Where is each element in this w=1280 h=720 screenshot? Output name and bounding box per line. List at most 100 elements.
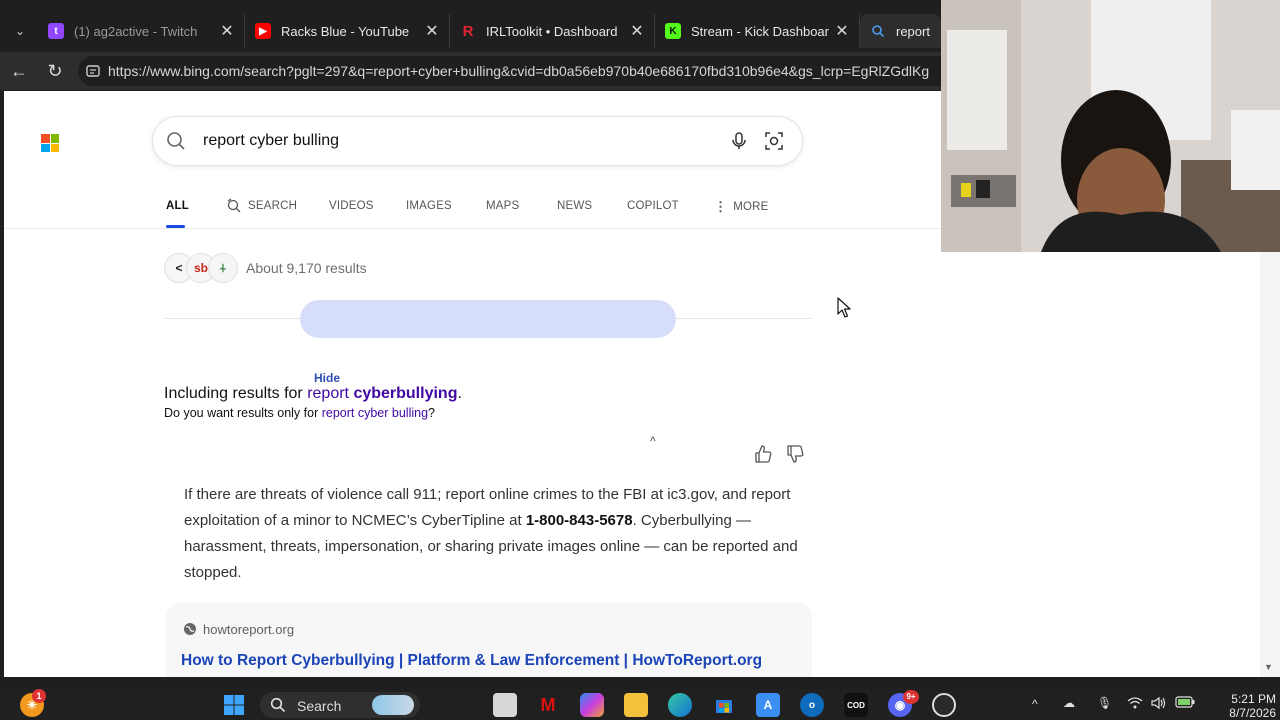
tab-copilot[interactable]: COPILOT	[627, 200, 679, 212]
search-highlight-icon	[372, 695, 414, 715]
more-dots-icon: ⋮	[714, 199, 728, 214]
original-query-prompt: Do you want results only for report cybe…	[164, 406, 435, 420]
youtube-icon: ▶	[255, 23, 271, 39]
tab-news[interactable]: NEWS	[557, 200, 592, 212]
site-info-icon[interactable]	[84, 62, 102, 80]
microphone-icon[interactable]	[728, 130, 750, 152]
including-prefix: Including results for	[164, 385, 308, 402]
edge-icon[interactable]	[668, 693, 692, 717]
taskbar-search-label: Search	[297, 698, 342, 714]
thumbs-up-icon[interactable]	[752, 443, 774, 465]
source-icon: ⍭	[208, 253, 238, 283]
search-icon	[270, 697, 286, 713]
hide-link[interactable]: Hide	[314, 371, 340, 385]
visual-search-icon[interactable]	[763, 130, 785, 152]
address-bar[interactable]: https://www.bing.com/search?pglt=297&q=r…	[78, 56, 958, 86]
mouse-cursor-icon	[837, 297, 851, 318]
tab-close-icon[interactable]: ✕	[835, 21, 849, 41]
battery-icon[interactable]	[1175, 696, 1195, 711]
loading-placeholder	[300, 300, 676, 338]
tab-more[interactable]: ⋮ MORE	[714, 199, 769, 215]
tab-videos[interactable]: VIDEOS	[329, 200, 374, 212]
scroll-down-icon[interactable]: ▼	[1264, 662, 1273, 672]
tab-maps[interactable]: MAPS	[486, 200, 519, 212]
result-title-link[interactable]: How to Report Cyberbullying | Platform &…	[181, 652, 762, 670]
tray-overflow-chevron-up-icon[interactable]: ^	[1032, 697, 1038, 711]
result-card[interactable]: howtoreport.org How to Report Cyberbully…	[166, 603, 812, 677]
copilot-icon[interactable]	[580, 693, 604, 717]
app-icon[interactable]: A	[756, 693, 780, 717]
thumbs-down-icon[interactable]	[784, 443, 806, 465]
twitch-icon: t	[48, 23, 64, 39]
back-arrow-icon[interactable]: ←	[8, 60, 30, 82]
volume-icon[interactable]	[1151, 696, 1167, 713]
irltoolkit-icon: R	[462, 22, 474, 40]
only-suffix: ?	[428, 406, 435, 420]
microsoft-logo-icon[interactable]	[41, 134, 59, 152]
spelling-correction: Including results for report cyberbullyi…	[164, 385, 462, 403]
tab-youtube[interactable]: ▶ Racks Blue - YouTube ✕	[245, 14, 450, 48]
corrected-query-bold: cyberbullying	[353, 385, 458, 402]
result-site: howtoreport.org	[203, 622, 295, 637]
url-text: https://www.bing.com/search?pglt=297&q=r…	[108, 63, 930, 79]
original-query-link[interactable]: report cyber bulling	[322, 406, 428, 420]
tab-more-label: MORE	[733, 201, 769, 213]
mcafee-icon[interactable]: M	[536, 693, 560, 717]
tab-search[interactable]: SEARCH	[226, 198, 297, 214]
taskbar-search[interactable]: Search	[260, 692, 420, 718]
tab-close-icon[interactable]: ✕	[220, 21, 234, 41]
tab-title: report cybe	[896, 23, 931, 39]
webcam-overlay	[941, 0, 1280, 252]
page-scrollbar[interactable]	[1260, 252, 1280, 677]
call-of-duty-icon[interactable]: COD	[844, 693, 868, 717]
hotline-number: 1-800-843-5678	[525, 512, 633, 529]
tab-title: IRLToolkit • Dashboard	[486, 23, 618, 39]
including-suffix: .	[457, 385, 462, 402]
windows-taskbar: ☀ 1 Search M A o COD ◉ 9+ ^ ☁ 🎙 5:21 PM …	[0, 689, 1280, 720]
tab-twitch[interactable]: t (1) ag2active - Twitch ✕	[38, 14, 245, 48]
notification-badge: 1	[32, 689, 46, 703]
windows-start-icon[interactable]	[222, 693, 246, 717]
globe-icon	[184, 623, 196, 635]
search-icon	[870, 23, 886, 39]
tab-title: (1) ag2active - Twitch	[74, 23, 198, 39]
tab-images[interactable]: IMAGES	[406, 200, 452, 212]
tab-title: Racks Blue - YouTube	[281, 23, 410, 39]
only-prefix: Do you want results only for	[164, 406, 322, 420]
corrected-query-link[interactable]: report cyberbullying	[307, 385, 457, 402]
outlook-icon[interactable]: o	[800, 693, 824, 717]
clock-date: 8/7/2026	[1229, 706, 1276, 720]
tab-title: Stream - Kick Dashboard	[691, 23, 829, 39]
tab-strip: ⌄ t (1) ag2active - Twitch ✕ ▶ Racks Blu…	[0, 0, 941, 52]
microsoft-store-icon[interactable]	[712, 693, 736, 717]
corrected-query-plain: report	[307, 385, 354, 402]
tab-bing-search[interactable]: report cybe	[860, 14, 941, 48]
copilot-search-icon	[227, 198, 241, 213]
tab-close-icon[interactable]: ✕	[630, 21, 644, 41]
tab-kick[interactable]: K Stream - Kick Dashboard ✕	[655, 14, 860, 48]
cloud-sync-icon[interactable]: ☁	[1063, 696, 1075, 710]
results-count: About 9,170 results	[246, 260, 367, 276]
source-icons: < sb ⍭	[164, 253, 238, 283]
clock-time: 5:21 PM	[1231, 692, 1276, 706]
tab-all[interactable]: ALL	[166, 200, 189, 212]
tab-close-icon[interactable]: ✕	[425, 21, 439, 41]
search-input[interactable]: report cyber bulling	[203, 132, 339, 150]
search-icon[interactable]	[165, 130, 187, 152]
navigation-bar: ← ↻ https://www.bing.com/search?pglt=297…	[0, 52, 958, 90]
microphone-tray-icon[interactable]: 🎙	[1097, 696, 1112, 710]
chevron-up-icon[interactable]: ^	[650, 434, 656, 448]
tab-list-chevron-down-icon[interactable]: ⌄	[8, 20, 32, 42]
task-view-icon[interactable]	[493, 693, 517, 717]
webcam-feed-image	[941, 0, 1280, 252]
tab-search-label: SEARCH	[248, 200, 298, 212]
refresh-icon[interactable]: ↻	[44, 60, 66, 82]
obs-icon[interactable]	[932, 693, 956, 717]
tab-irltoolkit[interactable]: R IRLToolkit • Dashboard ✕	[450, 14, 655, 48]
search-box[interactable]: report cyber bulling	[153, 117, 802, 165]
kick-icon: K	[665, 23, 681, 39]
answer-text: If there are threats of violence call 91…	[184, 482, 804, 586]
system-clock[interactable]: 5:21 PM 8/7/2026	[1206, 692, 1276, 720]
file-explorer-icon[interactable]	[624, 693, 648, 717]
wifi-icon[interactable]	[1127, 696, 1143, 713]
